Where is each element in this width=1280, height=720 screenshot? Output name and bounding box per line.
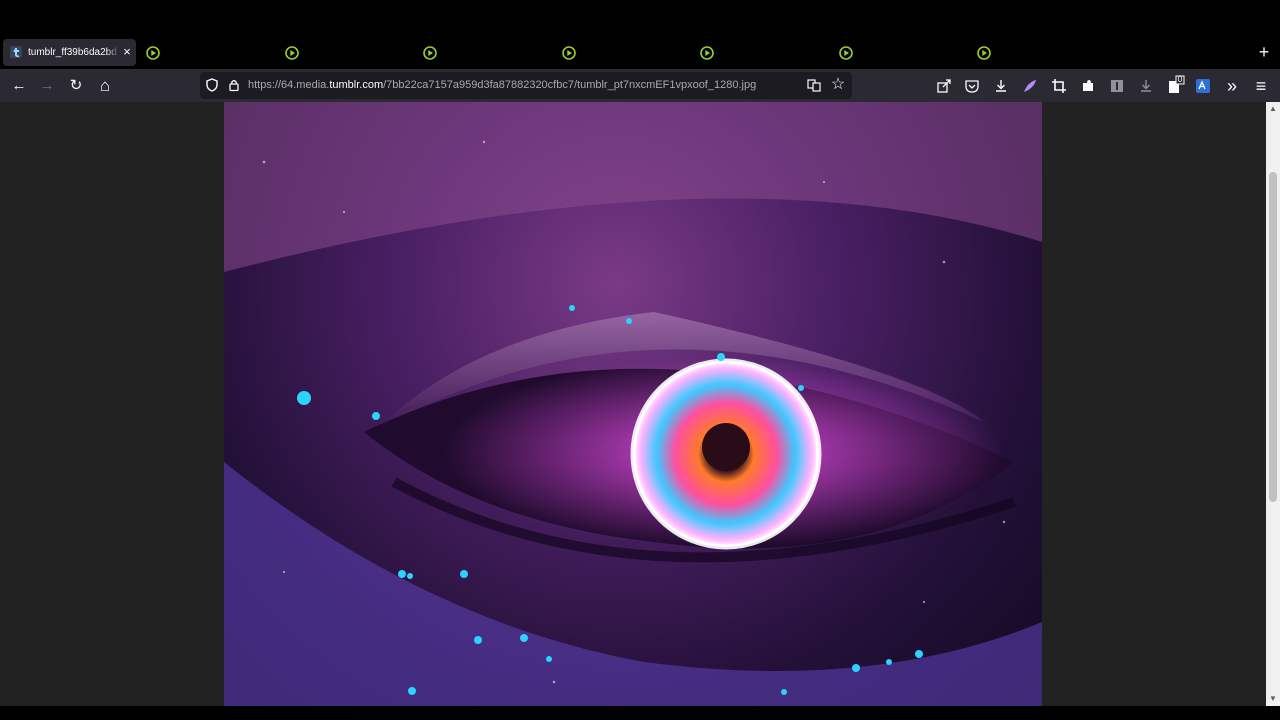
pocket-icon[interactable]: [964, 78, 980, 94]
puzzle-extension-icon[interactable]: [1080, 78, 1096, 94]
forward-button[interactable]: →: [37, 76, 57, 96]
nav-toolbar: ← → ↻ ⌂ https://64.media.tumblr.com/7bb2…: [0, 69, 1280, 102]
menu-hamburger-icon[interactable]: ≡: [1251, 76, 1271, 96]
bookmark-star-icon[interactable]: ☆: [828, 75, 848, 95]
crop-extension-icon[interactable]: [1051, 78, 1067, 94]
image-viewer: [0, 102, 1266, 706]
cosmic-eye-image[interactable]: [224, 102, 1042, 706]
back-button[interactable]: ←: [9, 76, 29, 96]
lock-icon[interactable]: [227, 78, 241, 92]
translator-extension-icon[interactable]: [1195, 78, 1211, 94]
play-icon[interactable]: [698, 44, 716, 62]
document-extension-icon[interactable]: [1109, 78, 1125, 94]
screen-bottom-border: [0, 706, 1280, 720]
overflow-chevron-icon[interactable]: »: [1222, 76, 1242, 96]
translate-icon[interactable]: [807, 78, 822, 93]
play-icon[interactable]: [144, 44, 162, 62]
share-icon[interactable]: [936, 78, 952, 94]
play-icon[interactable]: [560, 44, 578, 62]
download-extension-icon[interactable]: [1138, 78, 1154, 94]
close-tab-icon[interactable]: ×: [119, 44, 135, 60]
download-icon[interactable]: [993, 78, 1009, 94]
tab-bar: tumblr_ff39b6da2bd × +: [0, 36, 1280, 69]
scrollbar-thumb[interactable]: [1269, 172, 1277, 502]
scroll-up-arrow-icon[interactable]: ▲: [1268, 104, 1278, 114]
play-icon[interactable]: [283, 44, 301, 62]
new-tab-button[interactable]: +: [1254, 42, 1274, 62]
home-button[interactable]: ⌂: [95, 76, 115, 96]
play-icon[interactable]: [837, 44, 855, 62]
tumblr-icon: [10, 46, 22, 58]
scroll-down-arrow-icon[interactable]: ▼: [1268, 694, 1278, 704]
shield-icon[interactable]: [205, 78, 219, 92]
reload-button[interactable]: ↻: [66, 76, 86, 96]
screen-top-border: [0, 0, 1280, 36]
url-text[interactable]: https://64.media.tumblr.com/7bb22ca7157a…: [248, 78, 756, 93]
play-icon[interactable]: [975, 44, 993, 62]
url-path: /7bb22ca7157a959d3fa87882320cfbc7/tumblr…: [383, 79, 757, 91]
vertical-scrollbar[interactable]: ▲ ▼: [1266, 102, 1280, 706]
url-bar[interactable]: https://64.media.tumblr.com/7bb22ca7157a…: [200, 72, 852, 99]
feather-extension-icon[interactable]: [1022, 78, 1038, 94]
extension-badge-count: 0: [1177, 75, 1183, 84]
url-prefix: https://64.media.: [248, 79, 330, 91]
active-tab[interactable]: tumblr_ff39b6da2bd ×: [3, 39, 136, 66]
active-tab-title: tumblr_ff39b6da2bd: [28, 46, 120, 60]
url-domain: tumblr.com: [329, 79, 384, 91]
play-icon[interactable]: [421, 44, 439, 62]
